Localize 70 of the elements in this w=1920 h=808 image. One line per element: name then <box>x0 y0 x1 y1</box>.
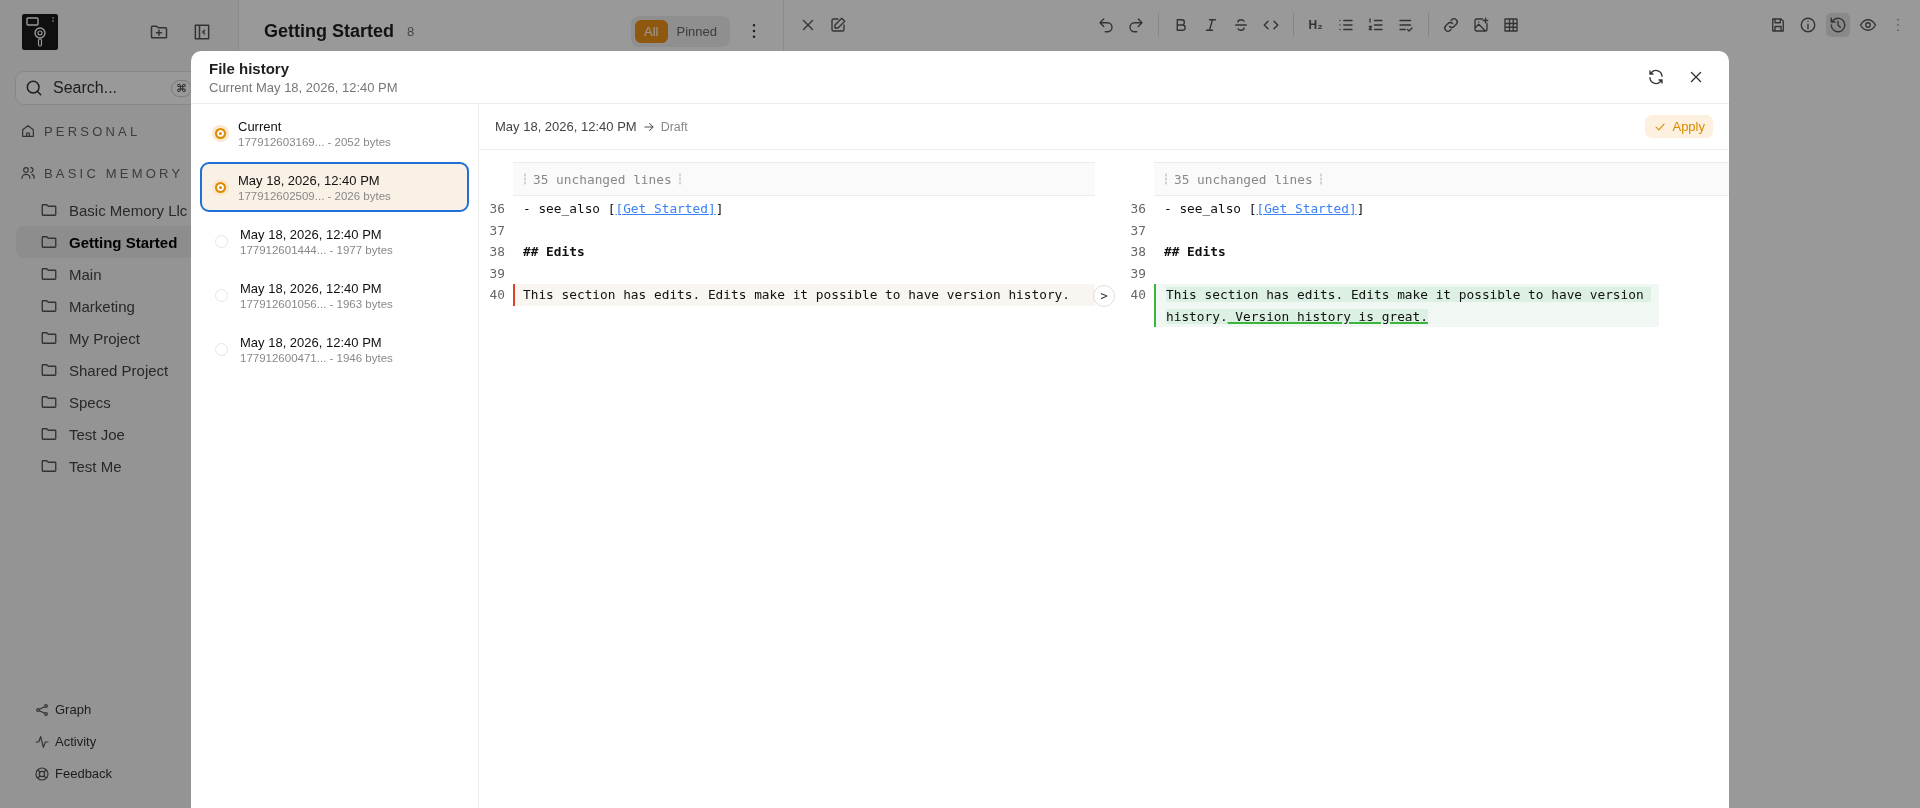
project-item[interactable]: Test Me <box>16 450 238 482</box>
code-line: - see_also [[Get Started]] <box>1163 200 1366 218</box>
logo-icon <box>22 14 58 50</box>
folder-plus-icon[interactable] <box>149 22 169 42</box>
folder-icon <box>40 361 58 379</box>
radio-button[interactable] <box>215 181 226 193</box>
line-number: 39 <box>1129 264 1147 283</box>
wiki-link[interactable]: [Get Started] <box>1256 201 1357 216</box>
apply-button[interactable]: Apply <box>1645 115 1713 138</box>
folder-icon <box>40 457 58 475</box>
home-icon <box>20 123 36 139</box>
folder-icon <box>40 233 58 251</box>
line-number: 39 <box>488 264 506 283</box>
line-number: 40 <box>1129 286 1147 304</box>
folder-icon <box>40 297 58 315</box>
section-label[interactable]: BASIC MEMORY <box>44 165 184 181</box>
history-icon[interactable] <box>1829 16 1847 34</box>
image-add-icon[interactable] <box>1471 16 1490 34</box>
share-nodes-icon <box>34 701 50 718</box>
project-item[interactable]: Test Joe <box>16 418 238 450</box>
users-icon <box>20 165 36 181</box>
lifebuoy-icon <box>34 765 50 782</box>
footer-link[interactable]: Feedback <box>34 763 238 784</box>
info-icon[interactable] <box>1799 16 1817 34</box>
line-number: 37 <box>488 221 506 240</box>
line-number: 40 <box>488 286 506 304</box>
grip-icon <box>1164 173 1168 185</box>
code-line: ## Edits <box>1164 244 1226 259</box>
version-item[interactable]: May 18, 2026, 12:40 PM 177912602509... - 2026 bytes <box>200 162 469 212</box>
footer-link[interactable]: Activity <box>34 731 238 752</box>
collapsed-lines[interactable]: 35 unchanged lines <box>513 162 1095 196</box>
undo-icon[interactable] <box>1096 16 1115 34</box>
collapsed-lines[interactable]: 35 unchanged lines <box>1154 162 1729 196</box>
line-number: 36 <box>1129 200 1147 218</box>
search-icon <box>24 78 44 98</box>
version-item[interactable]: Current 177912603169... - 2052 bytes <box>200 108 469 158</box>
line-number: 38 <box>488 243 506 261</box>
folder-icon <box>40 393 58 411</box>
folder-icon <box>40 201 58 219</box>
folder-icon <box>40 265 58 283</box>
sidebar-panel-icon[interactable] <box>192 22 212 42</box>
link-icon[interactable] <box>1441 16 1460 34</box>
redo-icon[interactable] <box>1126 16 1145 34</box>
filter-tab[interactable]: Pinned <box>667 19 726 43</box>
project-item[interactable]: Specs <box>16 386 238 418</box>
compare-from: May 18, 2026, 12:40 PM <box>495 119 637 134</box>
code-line: - see_also [[Get Started]] <box>522 200 725 218</box>
wiki-link[interactable]: [Get Started] <box>615 201 716 216</box>
code-line: ## Edits <box>523 244 585 259</box>
folder-icon <box>40 329 58 347</box>
line-number: 37 <box>1129 221 1147 240</box>
list-title: Getting Started <box>264 20 394 42</box>
footer-link[interactable]: Graph <box>34 699 238 720</box>
line-number: 38 <box>1129 243 1147 261</box>
table-icon[interactable] <box>1501 16 1520 34</box>
section-label[interactable]: PERSONAL <box>44 123 141 139</box>
grip-icon <box>1318 173 1323 185</box>
folder-icon <box>40 425 58 443</box>
line-number: 36 <box>488 200 506 218</box>
grip-icon <box>523 173 527 185</box>
activity-icon <box>34 733 50 750</box>
refresh-icon[interactable] <box>1647 68 1665 86</box>
radio-button[interactable] <box>215 127 226 139</box>
grip-icon <box>677 173 682 185</box>
note-count: 8 <box>407 23 415 39</box>
save-icon[interactable] <box>1769 16 1787 34</box>
heading-button[interactable]: H₂ <box>1308 18 1323 32</box>
compare-to: Draft <box>660 119 688 134</box>
eye-icon[interactable] <box>1859 16 1877 34</box>
expand-button[interactable]: > <box>1093 285 1115 307</box>
